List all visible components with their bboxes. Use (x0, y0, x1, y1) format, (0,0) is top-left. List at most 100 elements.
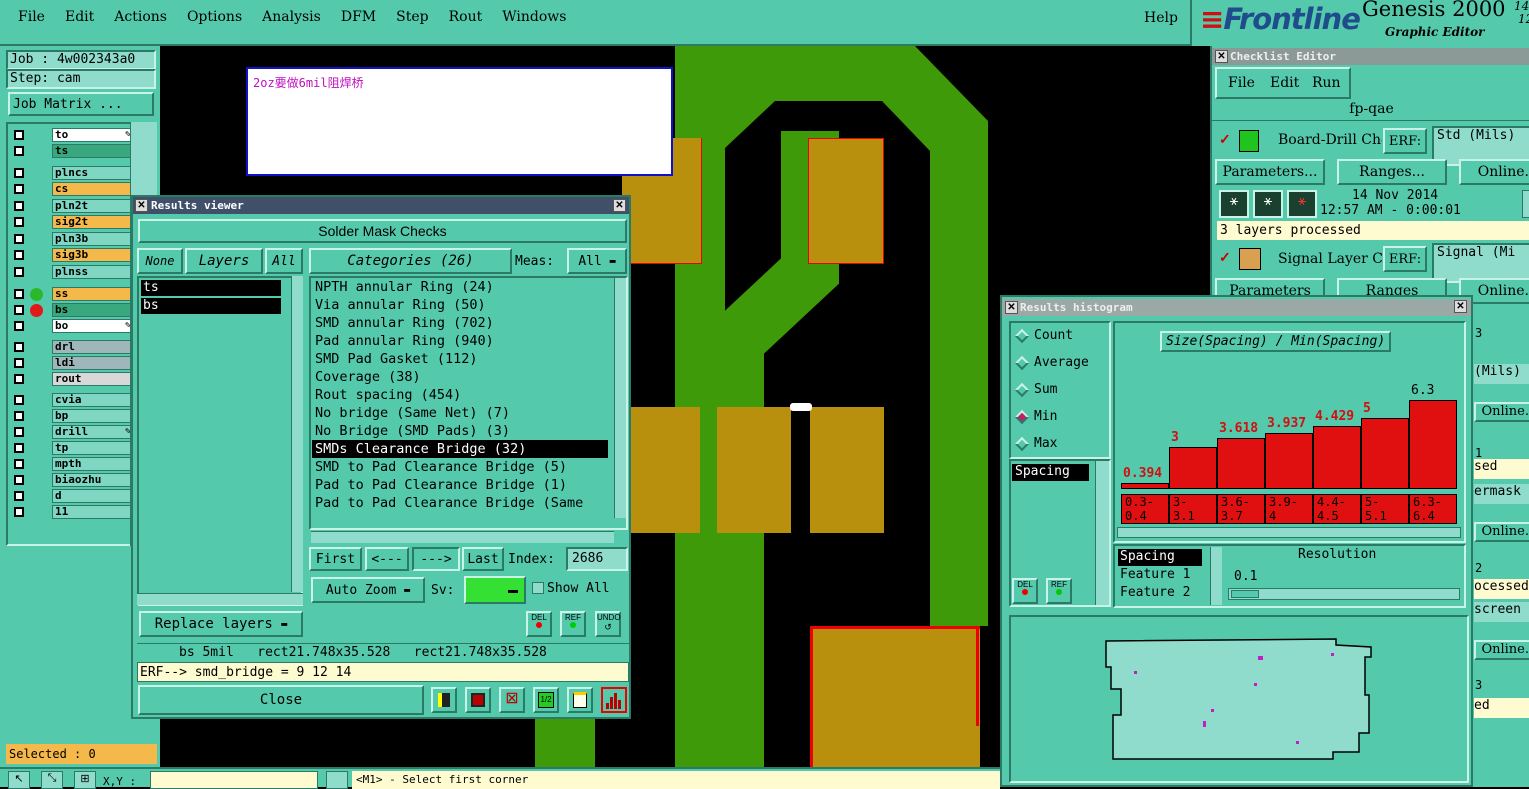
layers-tab[interactable]: Layers (185, 248, 263, 274)
layer-checkbox[interactable] (14, 342, 24, 352)
last-button[interactable]: Last (462, 547, 504, 571)
histogram-bar[interactable] (1313, 426, 1361, 489)
layer-checkbox[interactable] (14, 146, 24, 156)
menu-actions[interactable]: Actions (114, 9, 167, 25)
del-icon[interactable]: DEL (526, 611, 552, 637)
histogram-bar[interactable] (1361, 418, 1409, 489)
erf-button[interactable]: ERF: (1383, 246, 1427, 272)
category-item[interactable]: SMD Pad Gasket (112) (312, 350, 608, 368)
histogram-list-item[interactable]: Spacing (1012, 464, 1089, 481)
layer-item-ldi[interactable]: ldi (52, 356, 135, 370)
layer-item-ts[interactable]: ts (52, 144, 135, 158)
category-item[interactable]: Pad to Pad Clearance Bridge (Same (312, 494, 608, 512)
parameters-button[interactable]: Parameters... (1215, 159, 1325, 185)
run-icon[interactable]: ⚹ (1219, 190, 1249, 218)
xy-input[interactable] (150, 771, 318, 789)
category-scrollbar[interactable] (614, 278, 626, 518)
layer-checkbox[interactable] (14, 491, 24, 501)
layer-checkbox[interactable] (14, 184, 24, 194)
erf-button[interactable]: ERF: (1383, 128, 1427, 154)
checklist-menu-run[interactable]: Run (1312, 75, 1341, 91)
filter-off-icon[interactable]: ⊠ (499, 687, 525, 713)
checklist-partial-text[interactable]: Online. (1474, 640, 1529, 660)
layer-item-plnss[interactable]: plnss (52, 265, 135, 279)
layer-checkbox[interactable] (14, 411, 24, 421)
category-item[interactable]: No bridge (Same Net) (7) (312, 404, 608, 422)
menu-options[interactable]: Options (187, 9, 242, 25)
list-scrollbar[interactable] (1210, 547, 1222, 605)
layer-item-bo[interactable]: bo ✎ (52, 319, 135, 333)
meas-dropdown[interactable]: All ▬ (567, 248, 627, 274)
close-icon[interactable]: ✕ (1215, 50, 1228, 63)
menu-dfm[interactable]: DFM (341, 9, 376, 25)
histogram-field-item[interactable]: Feature 2 (1118, 585, 1202, 602)
layer-item-to[interactable]: to ✎ (52, 128, 135, 142)
chart-hscrollbar[interactable] (1117, 527, 1461, 538)
online-button[interactable]: Online. (1459, 159, 1529, 185)
category-item[interactable]: SMD annular Ring (702) (312, 314, 608, 332)
layer-item-bs[interactable]: bs (52, 303, 135, 317)
menu-file[interactable]: File (18, 9, 45, 25)
close-icon[interactable]: ✕ (1454, 300, 1467, 313)
ratio-icon[interactable]: 1/2 (533, 687, 559, 713)
grid-tool-icon[interactable]: ⊞ (74, 771, 96, 789)
undo-icon[interactable]: UNDO ↺ (595, 611, 621, 637)
category-item[interactable]: Coverage (38) (312, 368, 608, 386)
histogram-field-item[interactable]: Spacing (1118, 549, 1202, 566)
layer-item-plncs[interactable]: plncs (52, 166, 135, 180)
layer-item-tp[interactable]: tp (52, 441, 135, 455)
category-item[interactable]: Rout spacing (454) (312, 386, 608, 404)
signal-layer-label[interactable]: Signal Layer Ch (1278, 251, 1382, 267)
select-tool-icon[interactable]: ↖ (8, 771, 30, 789)
category-item[interactable]: Via annular Ring (50) (312, 296, 608, 314)
layer-item-cs[interactable]: cs (52, 182, 135, 196)
category-item[interactable]: SMDs Clearance Bridge (32) (312, 440, 608, 458)
layer-item-pln3b[interactable]: pln3b (52, 232, 135, 246)
layer-item-cvia[interactable]: cvia (52, 393, 135, 407)
histogram-icon[interactable] (601, 687, 627, 713)
layer-item-drl[interactable]: drl (52, 340, 135, 354)
histogram-bar[interactable] (1217, 438, 1265, 489)
result-layer-item[interactable]: ts (141, 280, 281, 296)
layer-checkbox[interactable] (14, 459, 24, 469)
layer-item-mpth[interactable]: mpth (52, 457, 135, 471)
resolution-slider-handle[interactable] (1231, 590, 1259, 598)
layer-item-bp[interactable]: bp (52, 409, 135, 423)
category-item[interactable]: SMD to Pad Clearance Bridge (5) (312, 458, 608, 476)
layer-item-drill[interactable]: drill ✎ (52, 425, 135, 439)
layer-checkbox[interactable] (14, 217, 24, 227)
histogram-bar[interactable] (1265, 433, 1313, 489)
layer-list-hscrollbar[interactable] (137, 593, 303, 605)
ranges-button[interactable]: Ranges... (1337, 159, 1447, 185)
menu-analysis[interactable]: Analysis (262, 9, 321, 25)
category-item[interactable]: No Bridge (SMD Pads) (3) (312, 422, 608, 440)
sv-color-dropdown[interactable]: ▬ (464, 576, 526, 604)
layer-checkbox[interactable] (14, 475, 24, 485)
layer-checkbox[interactable] (14, 374, 24, 384)
layer-display-icon[interactable] (431, 687, 457, 713)
layer-item-rout[interactable]: rout (52, 372, 135, 386)
layer-checkbox[interactable] (14, 130, 24, 140)
checklist-partial-text[interactable]: Online. (1474, 402, 1529, 422)
histogram-bar[interactable] (1409, 400, 1457, 489)
histogram-field-item[interactable]: Feature 1 (1118, 567, 1202, 584)
del-icon[interactable]: DEL (1012, 578, 1038, 604)
checklist-menu-edit[interactable]: Edit (1270, 75, 1299, 91)
layer-list-scrollbar[interactable] (291, 276, 303, 592)
toggle-icon[interactable] (326, 771, 348, 789)
categories-tab[interactable]: Categories (26) (309, 248, 512, 274)
check-enabled-icon[interactable]: ✓ (1219, 131, 1233, 147)
first-button[interactable]: First (309, 547, 362, 571)
category-item[interactable]: NPTH annular Ring (24) (312, 278, 608, 296)
help-menu[interactable]: Help (1144, 10, 1178, 26)
show-all-checkbox[interactable] (532, 582, 544, 594)
layer-item-pln2t[interactable]: pln2t (52, 199, 135, 213)
layer-checkbox[interactable] (14, 250, 24, 260)
board-drill-label[interactable]: Board-Drill Che (1278, 132, 1382, 148)
close-icon[interactable]: ✕ (1005, 301, 1018, 314)
layer-checkbox[interactable] (14, 201, 24, 211)
prev-button[interactable]: <--- (365, 547, 409, 571)
all-button[interactable]: All (265, 248, 303, 274)
layer-checkbox[interactable] (14, 507, 24, 517)
report-icon[interactable] (567, 687, 593, 713)
